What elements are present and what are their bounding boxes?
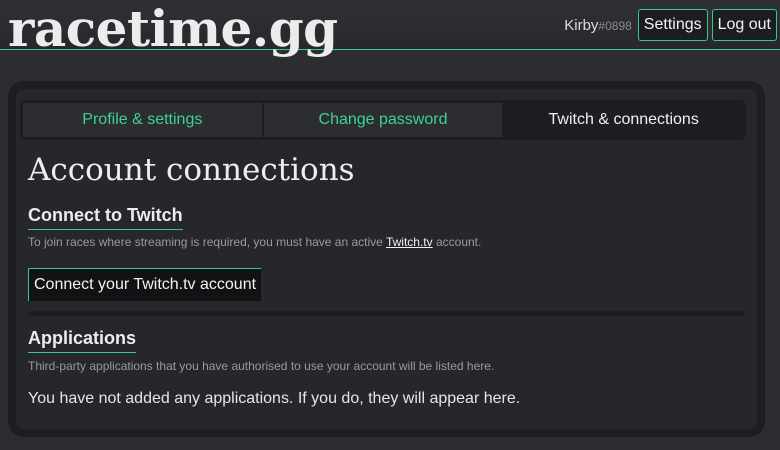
settings-button[interactable]: Settings bbox=[637, 9, 708, 41]
connect-twitch-button[interactable]: Connect your Twitch.tv account bbox=[28, 268, 262, 301]
twitch-link[interactable]: Twitch.tv bbox=[386, 235, 433, 249]
twitch-desc-after: account. bbox=[432, 235, 482, 249]
section-divider bbox=[28, 311, 745, 316]
site-logo[interactable]: racetime.gg bbox=[8, 0, 338, 60]
site-header: racetime.gg Kirby#0898 Settings Log out bbox=[0, 0, 780, 58]
logout-button[interactable]: Log out bbox=[711, 9, 777, 41]
twitch-section-description: To join races where streaming is require… bbox=[28, 235, 481, 249]
username-text: Kirby bbox=[564, 16, 599, 34]
tab-profile-settings[interactable]: Profile & settings bbox=[23, 103, 262, 137]
twitch-desc-before: To join races where streaming is require… bbox=[28, 235, 386, 249]
tab-twitch-connections[interactable]: Twitch & connections bbox=[504, 103, 744, 137]
settings-tabs: Profile & settings Change password Twitc… bbox=[20, 100, 746, 140]
twitch-section-heading: Connect to Twitch bbox=[28, 205, 183, 230]
tab-change-password[interactable]: Change password bbox=[263, 103, 503, 137]
applications-section-heading: Applications bbox=[28, 328, 137, 353]
applications-section-description: Third-party applications that you have a… bbox=[28, 359, 495, 373]
user-menu: Kirby#0898 Settings Log out bbox=[564, 9, 777, 41]
user-discriminator: #0898 bbox=[598, 18, 632, 33]
applications-empty-message: You have not added any applications. If … bbox=[28, 390, 521, 407]
username[interactable]: Kirby#0898 bbox=[564, 17, 632, 34]
page-title: Account connections bbox=[28, 152, 355, 188]
